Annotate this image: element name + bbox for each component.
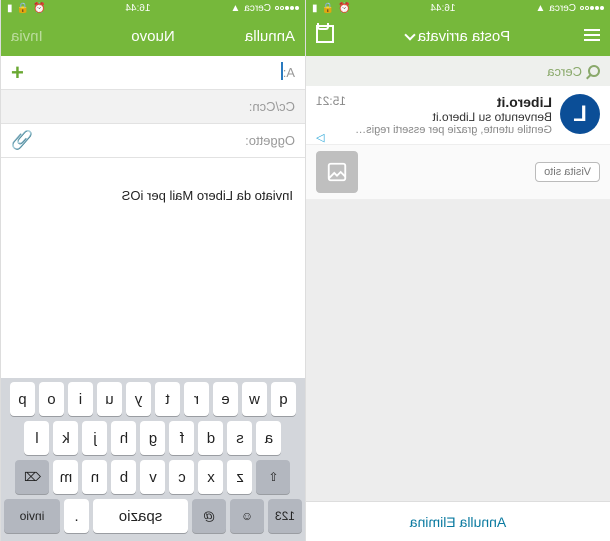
- ad-row: ▷ Visita sito: [306, 145, 610, 200]
- mode-key[interactable]: 123: [268, 499, 302, 533]
- signature-text: Inviato da Libero Mail per iOS: [13, 188, 293, 203]
- clock: 16:44: [125, 3, 150, 14]
- inbox-screen: Cerca ▲ 16:44 ⏰ 🔒 ▮ Posta arrivata Cerca…: [305, 0, 610, 541]
- to-row[interactable]: A: +: [1, 56, 305, 90]
- keyboard: qwertyuiop asdfghjkl ⇧ zxcvbnm ⌫ 123 ☺ @…: [1, 378, 305, 541]
- bottom-action[interactable]: Annulla Elimina: [306, 501, 610, 541]
- key-row-2: asdfghjkl: [4, 421, 302, 455]
- subject-label: Oggetto:: [245, 133, 295, 148]
- key-c[interactable]: c: [170, 460, 195, 494]
- search-bar[interactable]: Cerca: [306, 56, 610, 86]
- search-placeholder: Cerca: [547, 64, 582, 79]
- key-i[interactable]: i: [68, 382, 93, 416]
- inbox-header: Posta arrivata: [306, 16, 610, 56]
- send-button[interactable]: Invia: [11, 28, 71, 45]
- clock: 16:44: [430, 3, 455, 14]
- return-key[interactable]: invio: [4, 499, 60, 533]
- compose-screen: Cerca ▲ 16:44 ⏰ 🔒 ▮ Annulla Nuovo Invia …: [0, 0, 305, 541]
- ccbcc-label: Cc/Ccn:: [249, 99, 295, 114]
- space-key[interactable]: spazio: [93, 499, 188, 533]
- key-m[interactable]: m: [54, 460, 79, 494]
- to-label: A:: [283, 65, 295, 80]
- subject-label: Benvenuto su Libero.it: [354, 110, 552, 124]
- ad-thumbnail[interactable]: [316, 151, 358, 193]
- key-t[interactable]: t: [155, 382, 180, 416]
- backspace-key[interactable]: ⌫: [16, 460, 50, 494]
- battery-icon: ▮: [312, 3, 318, 14]
- key-o[interactable]: o: [39, 382, 64, 416]
- key-g[interactable]: g: [141, 421, 166, 455]
- key-p[interactable]: p: [10, 382, 35, 416]
- key-v[interactable]: v: [141, 460, 166, 494]
- time-label: 15:21: [316, 94, 346, 136]
- key-z[interactable]: z: [228, 460, 253, 494]
- key-s[interactable]: s: [228, 421, 253, 455]
- text-cursor: [281, 62, 283, 80]
- lock-icon: 🔒: [17, 3, 29, 14]
- chevron-down-icon: [404, 29, 415, 40]
- key-f[interactable]: f: [170, 421, 195, 455]
- attachment-icon[interactable]: 📎: [11, 130, 33, 151]
- key-n[interactable]: n: [83, 460, 108, 494]
- carrier-label: Cerca: [244, 3, 271, 14]
- status-bar: Cerca ▲ 16:44 ⏰ 🔒 ▮: [1, 0, 305, 16]
- key-h[interactable]: h: [112, 421, 137, 455]
- key-e[interactable]: e: [213, 382, 238, 416]
- avatar: L: [560, 94, 600, 134]
- search-icon: [588, 65, 600, 77]
- adchoice-icon[interactable]: ▷: [316, 131, 324, 144]
- preview-label: Gentile utente, grazie per esserti regis…: [354, 124, 552, 136]
- key-d[interactable]: d: [199, 421, 224, 455]
- signal-icon: [275, 6, 299, 10]
- ccbcc-row[interactable]: Cc/Ccn:: [1, 90, 305, 124]
- key-a[interactable]: a: [257, 421, 282, 455]
- compose-header: Annulla Nuovo Invia: [1, 16, 305, 56]
- archive-icon[interactable]: [316, 25, 334, 43]
- empty-area: [306, 200, 610, 501]
- cancel-button[interactable]: Annulla: [235, 28, 295, 45]
- key-j[interactable]: j: [83, 421, 108, 455]
- message-list: L Libero.it Benvenuto su Libero.it Genti…: [306, 86, 610, 145]
- key-row-1: qwertyuiop: [4, 382, 302, 416]
- image-icon: [326, 161, 348, 183]
- mic-key[interactable]: @: [192, 499, 226, 533]
- compose-body[interactable]: Inviato da Libero Mail per iOS: [1, 158, 305, 378]
- menu-icon[interactable]: [584, 29, 600, 41]
- alarm-icon: ⏰: [338, 3, 350, 14]
- signal-icon: [580, 6, 604, 10]
- key-w[interactable]: w: [242, 382, 267, 416]
- compose-title: Nuovo: [71, 28, 235, 45]
- carrier-label: Cerca: [549, 3, 576, 14]
- key-x[interactable]: x: [199, 460, 224, 494]
- add-contact-button[interactable]: +: [11, 60, 24, 86]
- key-l[interactable]: l: [25, 421, 50, 455]
- sender-label: Libero.it: [354, 94, 552, 110]
- key-row-3: ⇧ zxcvbnm ⌫: [4, 460, 302, 494]
- lock-icon: 🔒: [322, 3, 334, 14]
- key-u[interactable]: u: [97, 382, 122, 416]
- ad-visit-button[interactable]: Visita sito: [535, 162, 600, 182]
- wifi-icon: ▲: [230, 3, 240, 14]
- subject-row[interactable]: Oggetto: 📎: [1, 124, 305, 158]
- inbox-title[interactable]: Posta arrivata: [376, 28, 540, 45]
- key-k[interactable]: k: [54, 421, 79, 455]
- emoji-key[interactable]: ☺: [230, 499, 264, 533]
- key-q[interactable]: q: [271, 382, 296, 416]
- alarm-icon: ⏰: [33, 3, 45, 14]
- message-item[interactable]: L Libero.it Benvenuto su Libero.it Genti…: [306, 86, 610, 145]
- key-b[interactable]: b: [112, 460, 137, 494]
- key-r[interactable]: r: [184, 382, 209, 416]
- key-y[interactable]: y: [126, 382, 151, 416]
- period-key[interactable]: .: [64, 499, 89, 533]
- wifi-icon: ▲: [535, 3, 545, 14]
- battery-icon: ▮: [7, 3, 13, 14]
- shift-key[interactable]: ⇧: [257, 460, 291, 494]
- status-bar: Cerca ▲ 16:44 ⏰ 🔒 ▮: [306, 0, 610, 16]
